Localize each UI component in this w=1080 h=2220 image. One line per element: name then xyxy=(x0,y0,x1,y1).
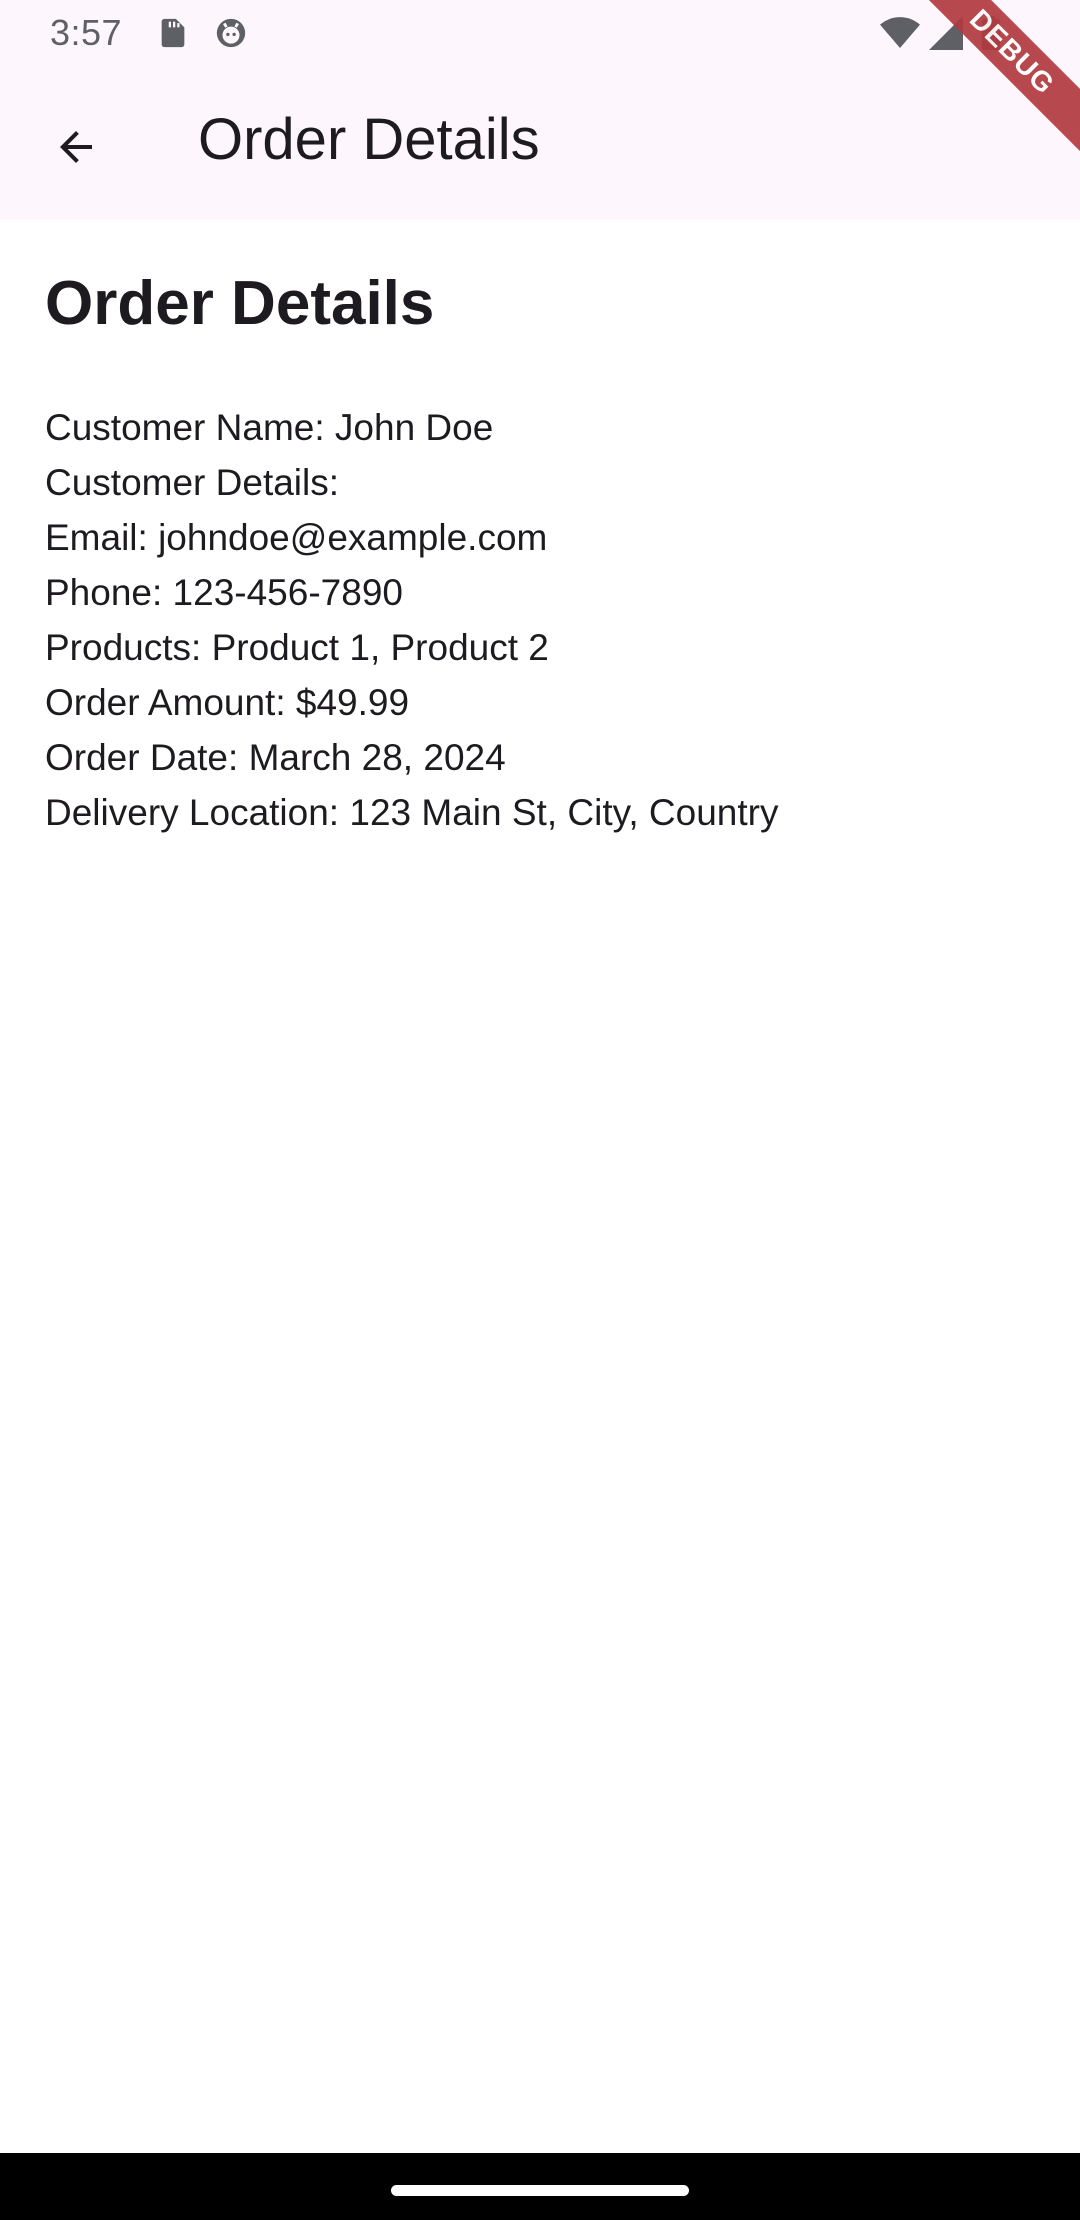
back-button[interactable] xyxy=(36,109,116,189)
order-amount-line: Order Amount: $49.99 xyxy=(45,682,410,723)
status-bar: 3:57 xyxy=(0,0,1080,66)
customer-details-line: Customer Details: xyxy=(45,462,340,503)
arrow-back-icon xyxy=(52,123,100,176)
order-details-screen: 3:57 DEBUG Order Details Order Details C… xyxy=(0,0,1080,2220)
order-date-line: Order Date: March 28, 2024 xyxy=(45,737,506,778)
status-time: 3:57 xyxy=(50,12,123,53)
phone-line: Phone: 123-456-7890 xyxy=(45,572,403,613)
customer-name-line: Customer Name: John Doe xyxy=(45,407,494,448)
system-nav-bar xyxy=(0,2153,1080,2220)
app-bar-title: Order Details xyxy=(198,107,540,172)
home-indicator[interactable] xyxy=(391,2185,689,2196)
wifi-icon xyxy=(880,16,920,50)
app-bar: Order Details xyxy=(0,66,1080,220)
products-line: Products: Product 1, Product 2 xyxy=(45,627,549,668)
sd-card-icon xyxy=(156,16,190,50)
email-line: Email: johndoe@example.com xyxy=(45,517,548,558)
android-debug-icon xyxy=(214,16,248,50)
order-detail-list: Customer Name: John Doe Customer Details… xyxy=(45,400,778,840)
page-heading: Order Details xyxy=(45,269,435,338)
delivery-location-line: Delivery Location: 123 Main St, City, Co… xyxy=(45,792,779,833)
